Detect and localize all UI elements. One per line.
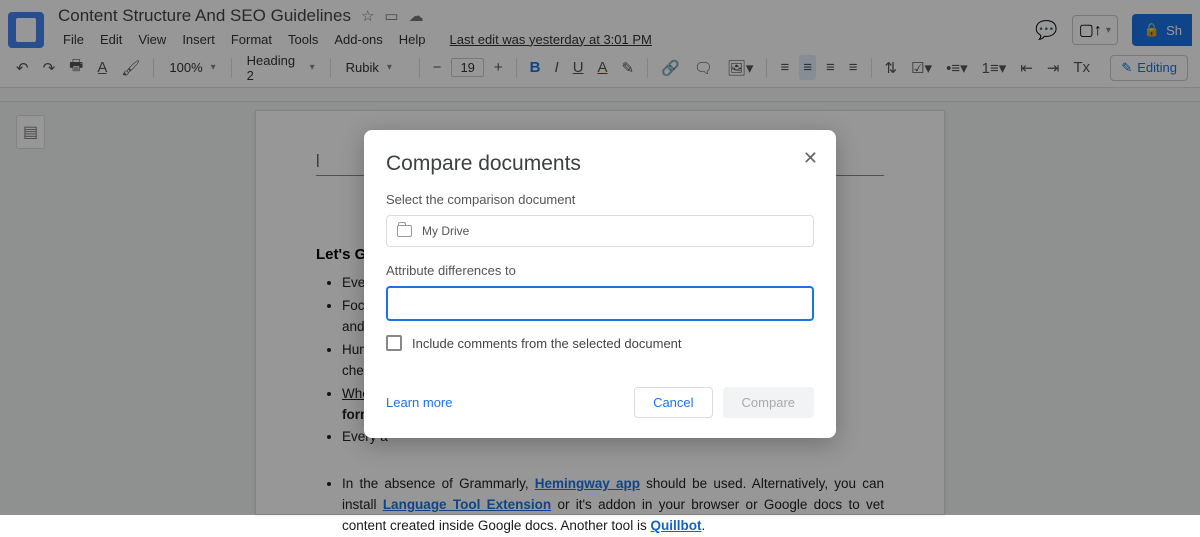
compare-button: Compare — [723, 387, 814, 418]
select-document-label: Select the comparison document — [386, 192, 814, 207]
link-quillbot[interactable]: Quillbot — [650, 518, 701, 533]
include-comments-label: Include comments from the selected docum… — [412, 336, 682, 351]
attribute-input[interactable] — [386, 286, 814, 321]
modal-overlay: Compare documents ✕ Select the compariso… — [0, 0, 1200, 515]
cancel-button[interactable]: Cancel — [634, 387, 712, 418]
close-icon[interactable]: ✕ — [803, 148, 818, 169]
drive-label: My Drive — [422, 224, 469, 238]
folder-icon — [397, 225, 412, 237]
include-comments-checkbox[interactable] — [386, 335, 402, 351]
drive-picker[interactable]: My Drive — [386, 215, 814, 247]
dialog-title: Compare documents — [386, 152, 814, 176]
learn-more-link[interactable]: Learn more — [386, 395, 452, 410]
compare-documents-dialog: Compare documents ✕ Select the compariso… — [364, 130, 836, 438]
attribute-label: Attribute differences to — [386, 263, 814, 278]
